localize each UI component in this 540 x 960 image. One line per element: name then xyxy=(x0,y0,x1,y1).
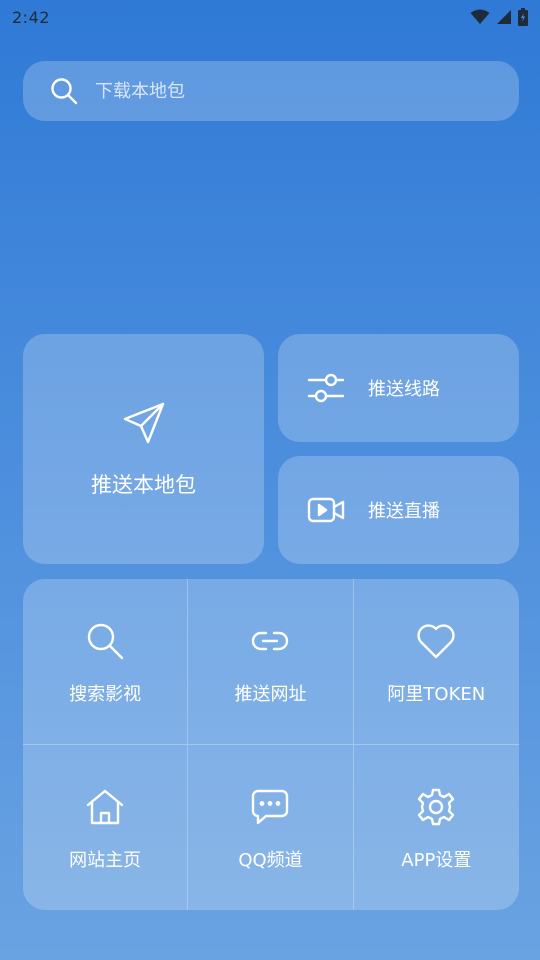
push-local-package-label: 推送本地包 xyxy=(91,473,196,497)
search-icon xyxy=(51,78,78,105)
push-route-button[interactable]: 推送线路 xyxy=(278,334,519,442)
signal-icon xyxy=(497,10,511,24)
search-icon xyxy=(87,624,124,660)
feature-grid: 搜索影视 推送网址 阿里TOKEN 网站主页 QQ频道 APP设置 xyxy=(23,579,519,910)
website-home-button[interactable]: 网站主页 xyxy=(23,744,189,910)
search-input[interactable] xyxy=(93,79,477,103)
status-time: 2:42 xyxy=(12,7,50,27)
push-route-label: 推送线路 xyxy=(368,379,440,400)
search-movies-button[interactable]: 搜索影视 xyxy=(23,579,189,745)
aliyun-token-button[interactable]: 阿里TOKEN xyxy=(353,579,519,745)
qq-channel-button[interactable]: QQ频道 xyxy=(188,744,354,910)
heart-icon xyxy=(417,624,455,659)
qq-channel-label: QQ频道 xyxy=(238,850,303,872)
gear-icon xyxy=(418,789,455,826)
status-bar: 2:42 xyxy=(0,0,540,34)
app-settings-label: APP设置 xyxy=(401,850,472,872)
battery-icon xyxy=(518,8,528,26)
push-live-button[interactable]: 推送直播 xyxy=(278,456,519,564)
wifi-icon xyxy=(470,9,490,24)
push-url-label: 推送网址 xyxy=(234,684,307,706)
website-home-label: 网站主页 xyxy=(69,850,142,872)
send-icon xyxy=(123,402,164,444)
aliyun-token-label: 阿里TOKEN xyxy=(387,684,486,706)
search-movies-label: 搜索影视 xyxy=(69,684,142,706)
status-icons xyxy=(470,8,528,26)
push-live-label: 推送直播 xyxy=(368,501,440,522)
push-url-button[interactable]: 推送网址 xyxy=(188,579,354,745)
home-icon xyxy=(86,790,124,825)
app-settings-button[interactable]: APP设置 xyxy=(354,745,519,911)
sliders-icon xyxy=(307,373,345,403)
push-local-package-button[interactable]: 推送本地包 xyxy=(23,334,264,564)
video-icon xyxy=(307,497,345,523)
chat-icon xyxy=(252,790,289,825)
search-bar[interactable] xyxy=(23,61,519,121)
link-icon xyxy=(252,632,289,651)
